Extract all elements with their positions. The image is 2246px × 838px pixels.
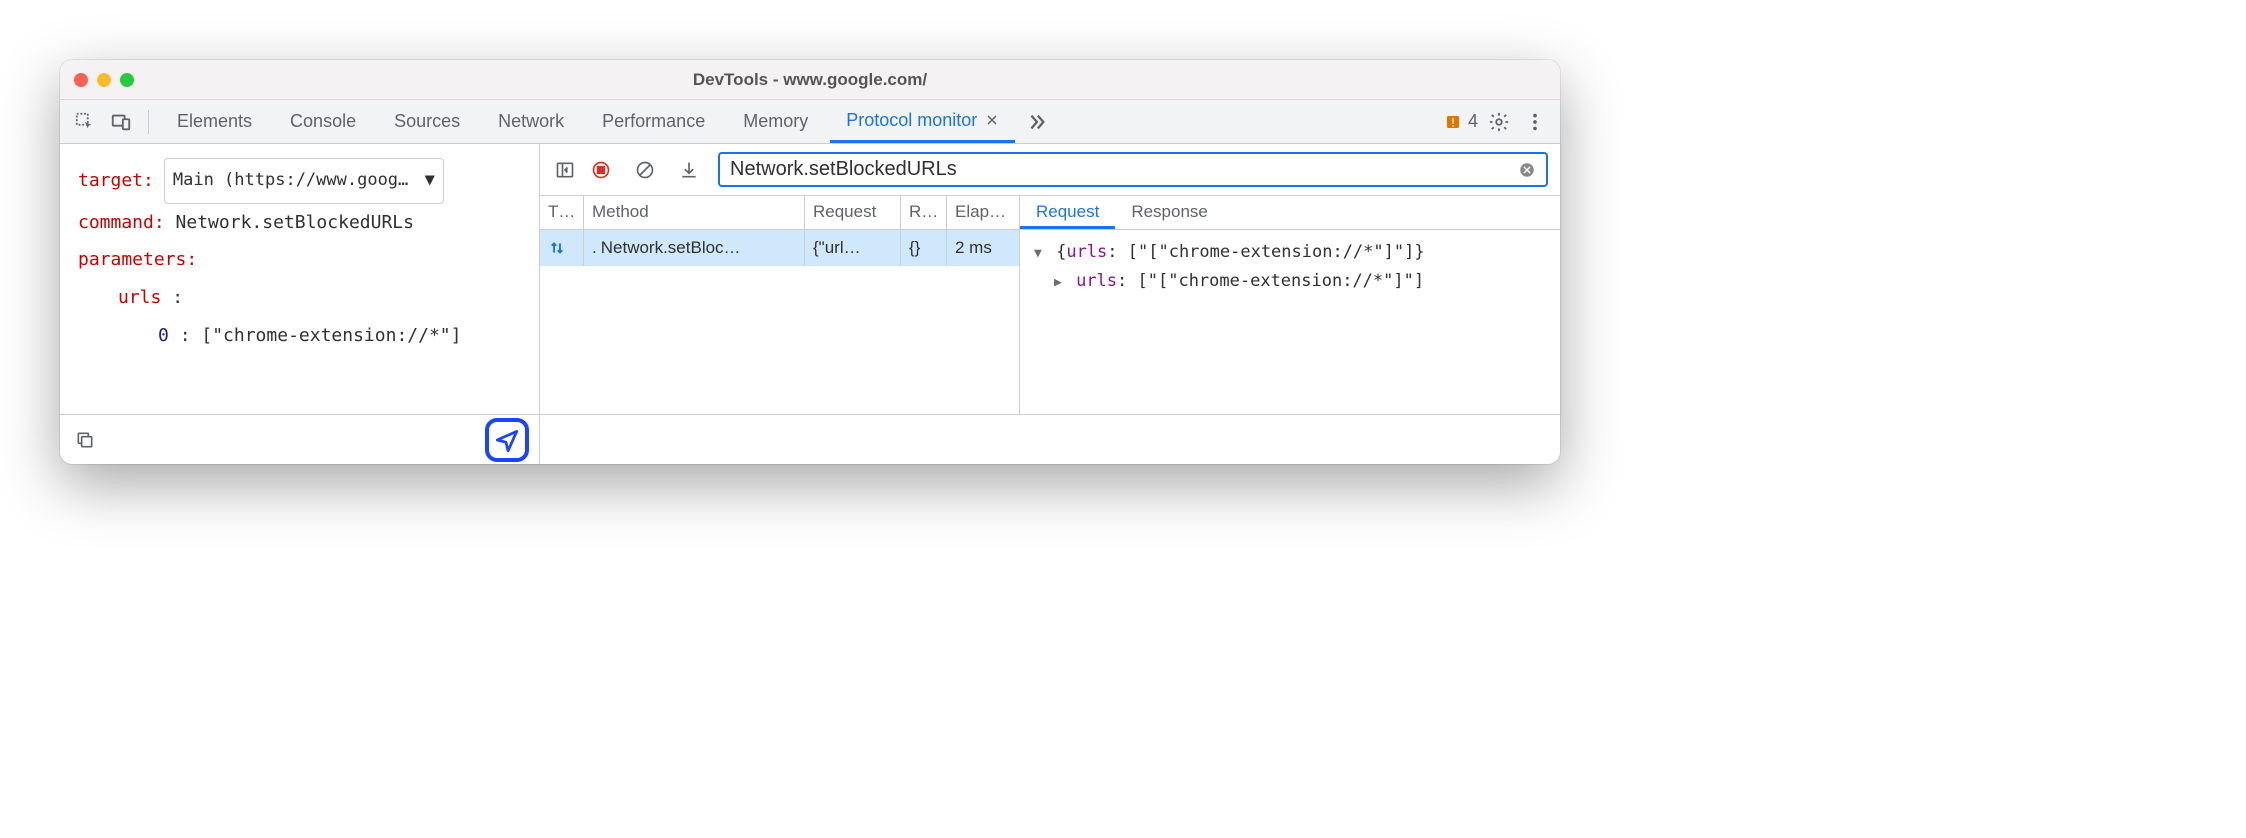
settings-icon[interactable] (1484, 107, 1514, 137)
parameters-label: parameters: (78, 249, 197, 270)
tab-memory[interactable]: Memory (727, 100, 824, 143)
monitor-toolbar: Network.setBlockedURLs (540, 144, 1560, 196)
json-line-2[interactable]: ▶ urls: ["["chrome-extension://*"]"] (1034, 267, 1546, 296)
filter-input[interactable]: Network.setBlockedURLs (718, 152, 1548, 187)
tab-protocol-monitor[interactable]: Protocol monitor (830, 100, 1015, 143)
monitor-body: T… Method Request R… Elap… .Network.setB… (540, 196, 1560, 414)
editor-footer (60, 414, 539, 464)
tab-network[interactable]: Network (482, 100, 580, 143)
chevron-down-icon: ▼ (425, 163, 435, 199)
urls-key: urls (118, 287, 161, 308)
direction-icon (540, 230, 584, 266)
warnings-badge[interactable]: 4 (1444, 111, 1478, 132)
expand-triangle-right-icon[interactable]: ▶ (1054, 275, 1062, 290)
col-request[interactable]: Request (805, 196, 901, 229)
command-value: Network.setBlockedURLs (176, 212, 414, 233)
index-0-value: ["chrome-extension://*"] (201, 325, 461, 346)
maximize-window-button[interactable] (120, 73, 134, 87)
colon: : (172, 287, 183, 308)
detail-pane: Request Response ▼ {urls: ["["chrome-ext… (1020, 196, 1560, 414)
inspect-element-icon[interactable] (70, 107, 100, 137)
target-label: target: (78, 162, 154, 200)
clear-icon[interactable] (630, 155, 660, 185)
send-command-button[interactable] (485, 418, 529, 462)
close-tab-icon[interactable] (985, 113, 999, 127)
protocol-table: T… Method Request R… Elap… .Network.setB… (540, 196, 1020, 414)
tab-elements[interactable]: Elements (161, 100, 268, 143)
detail-tab-request[interactable]: Request (1020, 196, 1115, 229)
divider (148, 110, 149, 134)
detail-tabs: Request Response (1020, 196, 1560, 230)
tab-sources[interactable]: Sources (378, 100, 476, 143)
expand-triangle-down-icon[interactable]: ▼ (1034, 246, 1042, 261)
target-value: Main (https://www.goog… (173, 163, 408, 199)
command-editor: target: Main (https://www.goog… ▼ comman… (60, 144, 539, 414)
collapse-sidebar-icon[interactable] (550, 155, 580, 185)
monitor-footer (540, 414, 1560, 464)
more-tabs-icon[interactable] (1021, 107, 1051, 137)
minimize-window-button[interactable] (97, 73, 111, 87)
col-response[interactable]: R… (901, 196, 947, 229)
json-line-1[interactable]: ▼ {urls: ["["chrome-extension://*"]"]} (1034, 238, 1546, 267)
warnings-count: 4 (1468, 111, 1478, 132)
command-label: command: (78, 212, 165, 233)
index-0: 0 (158, 325, 169, 346)
title-bar: DevTools - www.google.com/ (60, 60, 1560, 100)
record-icon[interactable] (586, 155, 616, 185)
row-request: {"url… (805, 230, 901, 266)
filter-value: Network.setBlockedURLs (730, 158, 957, 181)
col-type[interactable]: T… (540, 196, 584, 229)
table-row[interactable]: .Network.setBloc… {"url… {} 2 ms (540, 230, 1019, 266)
row-method: .Network.setBloc… (584, 230, 805, 266)
table-header: T… Method Request R… Elap… (540, 196, 1019, 230)
row-elapsed: 2 ms (947, 230, 1019, 266)
panel-tab-bar: Elements Console Sources Network Perform… (60, 100, 1560, 144)
kebab-menu-icon[interactable] (1520, 107, 1550, 137)
tab-performance[interactable]: Performance (586, 100, 721, 143)
detail-tab-response[interactable]: Response (1115, 196, 1224, 229)
copy-icon[interactable] (70, 425, 100, 455)
monitor-pane: Network.setBlockedURLs T… Method Request… (540, 144, 1560, 464)
main-area: target: Main (https://www.goog… ▼ comman… (60, 144, 1560, 464)
detail-body: ▼ {urls: ["["chrome-extension://*"]"]} ▶… (1020, 230, 1560, 304)
command-editor-pane: target: Main (https://www.goog… ▼ comman… (60, 144, 540, 464)
close-window-button[interactable] (74, 73, 88, 87)
target-select[interactable]: Main (https://www.goog… ▼ (164, 158, 444, 204)
col-elapsed[interactable]: Elap… (947, 196, 1019, 229)
tab-label: Protocol monitor (846, 110, 977, 131)
col-method[interactable]: Method (584, 196, 805, 229)
traffic-lights (74, 73, 134, 87)
clear-filter-icon[interactable] (1518, 161, 1536, 179)
download-icon[interactable] (674, 155, 704, 185)
row-response: {} (901, 230, 947, 266)
tab-console[interactable]: Console (274, 100, 372, 143)
devtools-window: DevTools - www.google.com/ Elements Cons… (60, 60, 1560, 464)
window-title: DevTools - www.google.com/ (60, 70, 1560, 90)
device-toolbar-icon[interactable] (106, 107, 136, 137)
